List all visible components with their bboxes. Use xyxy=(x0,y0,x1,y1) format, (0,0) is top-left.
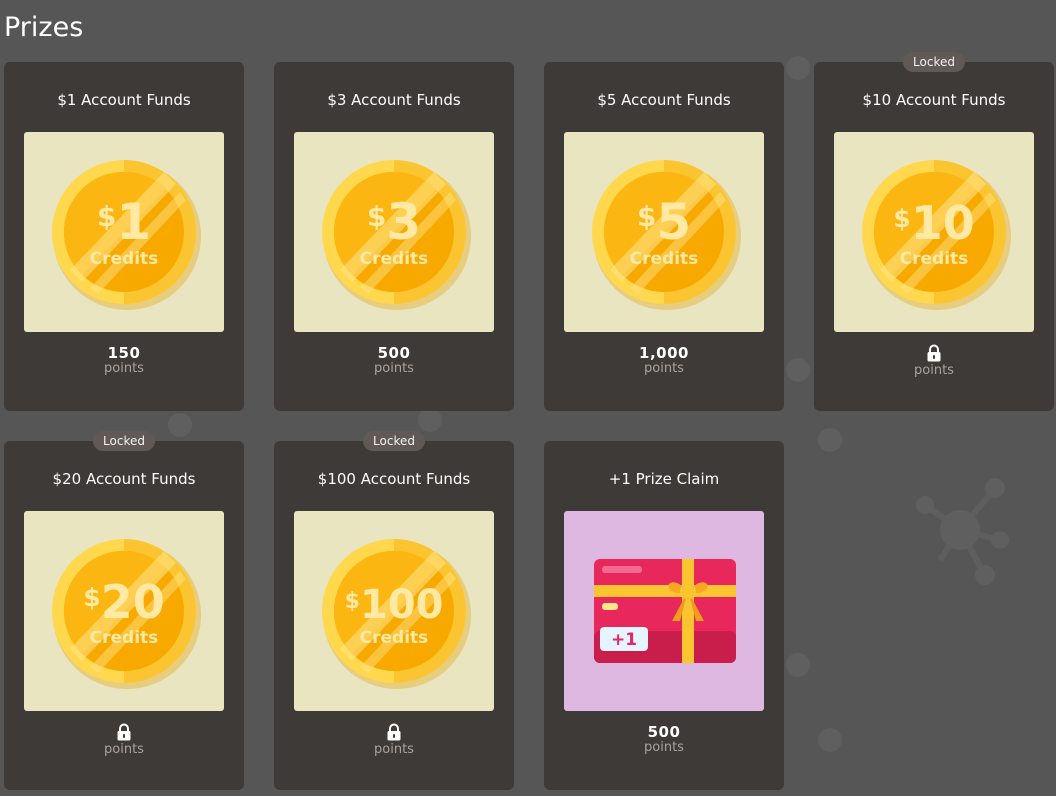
prize-cost-unit: points xyxy=(104,742,144,757)
prize-card[interactable]: Locked $20 Account Funds $20 Credits poin… xyxy=(4,431,244,790)
coin-icon: $1 Credits xyxy=(24,132,224,332)
prize-image: $5 Credits xyxy=(564,132,764,332)
prize-cost: 150 xyxy=(107,344,141,362)
prize-cost: 500 xyxy=(647,723,681,741)
prize-card[interactable]: +1 Prize Claim +1 500 points xyxy=(544,441,784,790)
lock-icon xyxy=(387,723,401,741)
prize-card[interactable]: $5 Account Funds $5 Credits 1,000 points xyxy=(544,62,784,411)
svg-text:Credits: Credits xyxy=(360,249,429,269)
svg-text:$100: $100 xyxy=(345,582,444,628)
prize-cost-unit: points xyxy=(374,361,414,376)
prize-cost-unit: points xyxy=(644,740,684,755)
prize-image: $1 Credits xyxy=(24,132,224,332)
prize-cost-unit: points xyxy=(644,361,684,376)
coin-icon: $20 Credits xyxy=(24,511,224,711)
prize-title: $20 Account Funds xyxy=(52,470,196,488)
svg-text:Credits: Credits xyxy=(630,249,699,269)
prize-cost: 1,000 xyxy=(639,344,689,362)
prize-title: $100 Account Funds xyxy=(317,470,471,488)
prize-card[interactable]: $3 Account Funds $3 Credits 500 points xyxy=(274,62,514,411)
prize-title: +1 Prize Claim xyxy=(608,470,720,488)
locked-badge: Locked xyxy=(363,431,425,451)
prize-title: $5 Account Funds xyxy=(597,91,731,109)
page-title: Prizes xyxy=(4,12,84,43)
prize-image: $3 Credits xyxy=(294,132,494,332)
coin-icon: $10 Credits xyxy=(834,132,1034,332)
prize-image: $10 Credits xyxy=(834,132,1034,332)
svg-text:Credits: Credits xyxy=(90,249,159,269)
coin-icon: $100 Credits xyxy=(294,511,494,711)
prize-title: $10 Account Funds xyxy=(862,91,1006,109)
lock-icon xyxy=(927,344,941,362)
svg-text:Credits: Credits xyxy=(90,628,159,648)
prize-title: $3 Account Funds xyxy=(327,91,461,109)
lock-icon xyxy=(117,723,131,741)
svg-text:Credits: Credits xyxy=(900,249,969,269)
prize-card[interactable]: Locked $100 Account Funds $100 Credits po… xyxy=(274,431,514,790)
prize-cost-unit: points xyxy=(104,361,144,376)
svg-text:+1: +1 xyxy=(611,630,637,650)
gift-card-icon: +1 xyxy=(564,511,764,711)
locked-badge: Locked xyxy=(93,431,155,451)
prize-title: $1 Account Funds xyxy=(57,91,191,109)
prize-image: $20 Credits xyxy=(24,511,224,711)
coin-icon: $3 Credits xyxy=(294,132,494,332)
prize-cost: 500 xyxy=(377,344,411,362)
prize-image: $100 Credits xyxy=(294,511,494,711)
prize-image: +1 xyxy=(564,511,764,711)
svg-text:Credits: Credits xyxy=(360,628,429,648)
prize-card[interactable]: $1 Account Funds $1 Credits 150 points xyxy=(4,62,244,411)
locked-badge: Locked xyxy=(903,52,965,72)
prize-card[interactable]: Locked $10 Account Funds $10 Credits poin… xyxy=(814,52,1054,411)
prize-cost-unit: points xyxy=(374,742,414,757)
prize-cost-unit: points xyxy=(914,363,954,378)
coin-icon: $5 Credits xyxy=(564,132,764,332)
